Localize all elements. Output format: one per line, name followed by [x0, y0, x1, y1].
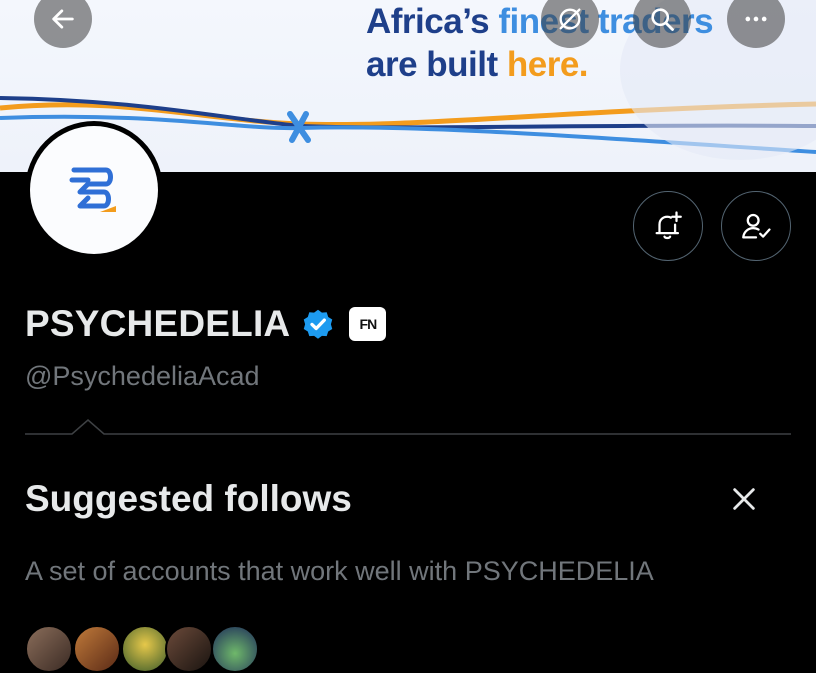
- profile-name-row: PSYCHEDELIA FN: [25, 303, 387, 345]
- affiliation-badge[interactable]: FN: [349, 307, 387, 341]
- arrow-left-icon: [52, 9, 74, 29]
- suggested-avatar[interactable]: [121, 625, 169, 673]
- avatar-image: [30, 126, 158, 254]
- suggested-avatar[interactable]: [165, 625, 213, 673]
- psychedelia-logo-icon: [69, 167, 116, 212]
- suggested-follows-title: Suggested follows: [25, 478, 352, 519]
- banner-text-africas: Africa’s: [366, 2, 499, 41]
- verified-badge-icon[interactable]: [300, 306, 336, 342]
- profile-handle: @PsychedeliaAcad: [25, 361, 260, 391]
- suggested-avatar[interactable]: [73, 625, 121, 673]
- display-name: PSYCHEDELIA: [25, 303, 291, 344]
- profile-avatar[interactable]: [25, 121, 163, 259]
- banner-text-are-built: are built: [366, 45, 507, 84]
- section-divider: [25, 419, 791, 435]
- close-suggested-button[interactable]: [727, 482, 761, 516]
- suggested-avatar[interactable]: [25, 625, 73, 673]
- following-button[interactable]: [721, 191, 791, 261]
- person-check-icon: [742, 213, 771, 239]
- suggested-follows-description: A set of accounts that work well with PS…: [25, 556, 654, 586]
- bell-plus-icon: [655, 211, 682, 240]
- banner-text-here: here.: [506, 45, 589, 84]
- banner-headline-line2: are built here.: [366, 45, 589, 85]
- notify-button[interactable]: [633, 191, 703, 261]
- grok-icon: [559, 8, 581, 30]
- suggested-avatar[interactable]: [211, 625, 259, 673]
- more-horizontal-icon: [745, 16, 767, 22]
- search-icon: [651, 8, 674, 31]
- affiliation-badge-label: FN: [359, 316, 378, 332]
- close-icon: [733, 488, 755, 510]
